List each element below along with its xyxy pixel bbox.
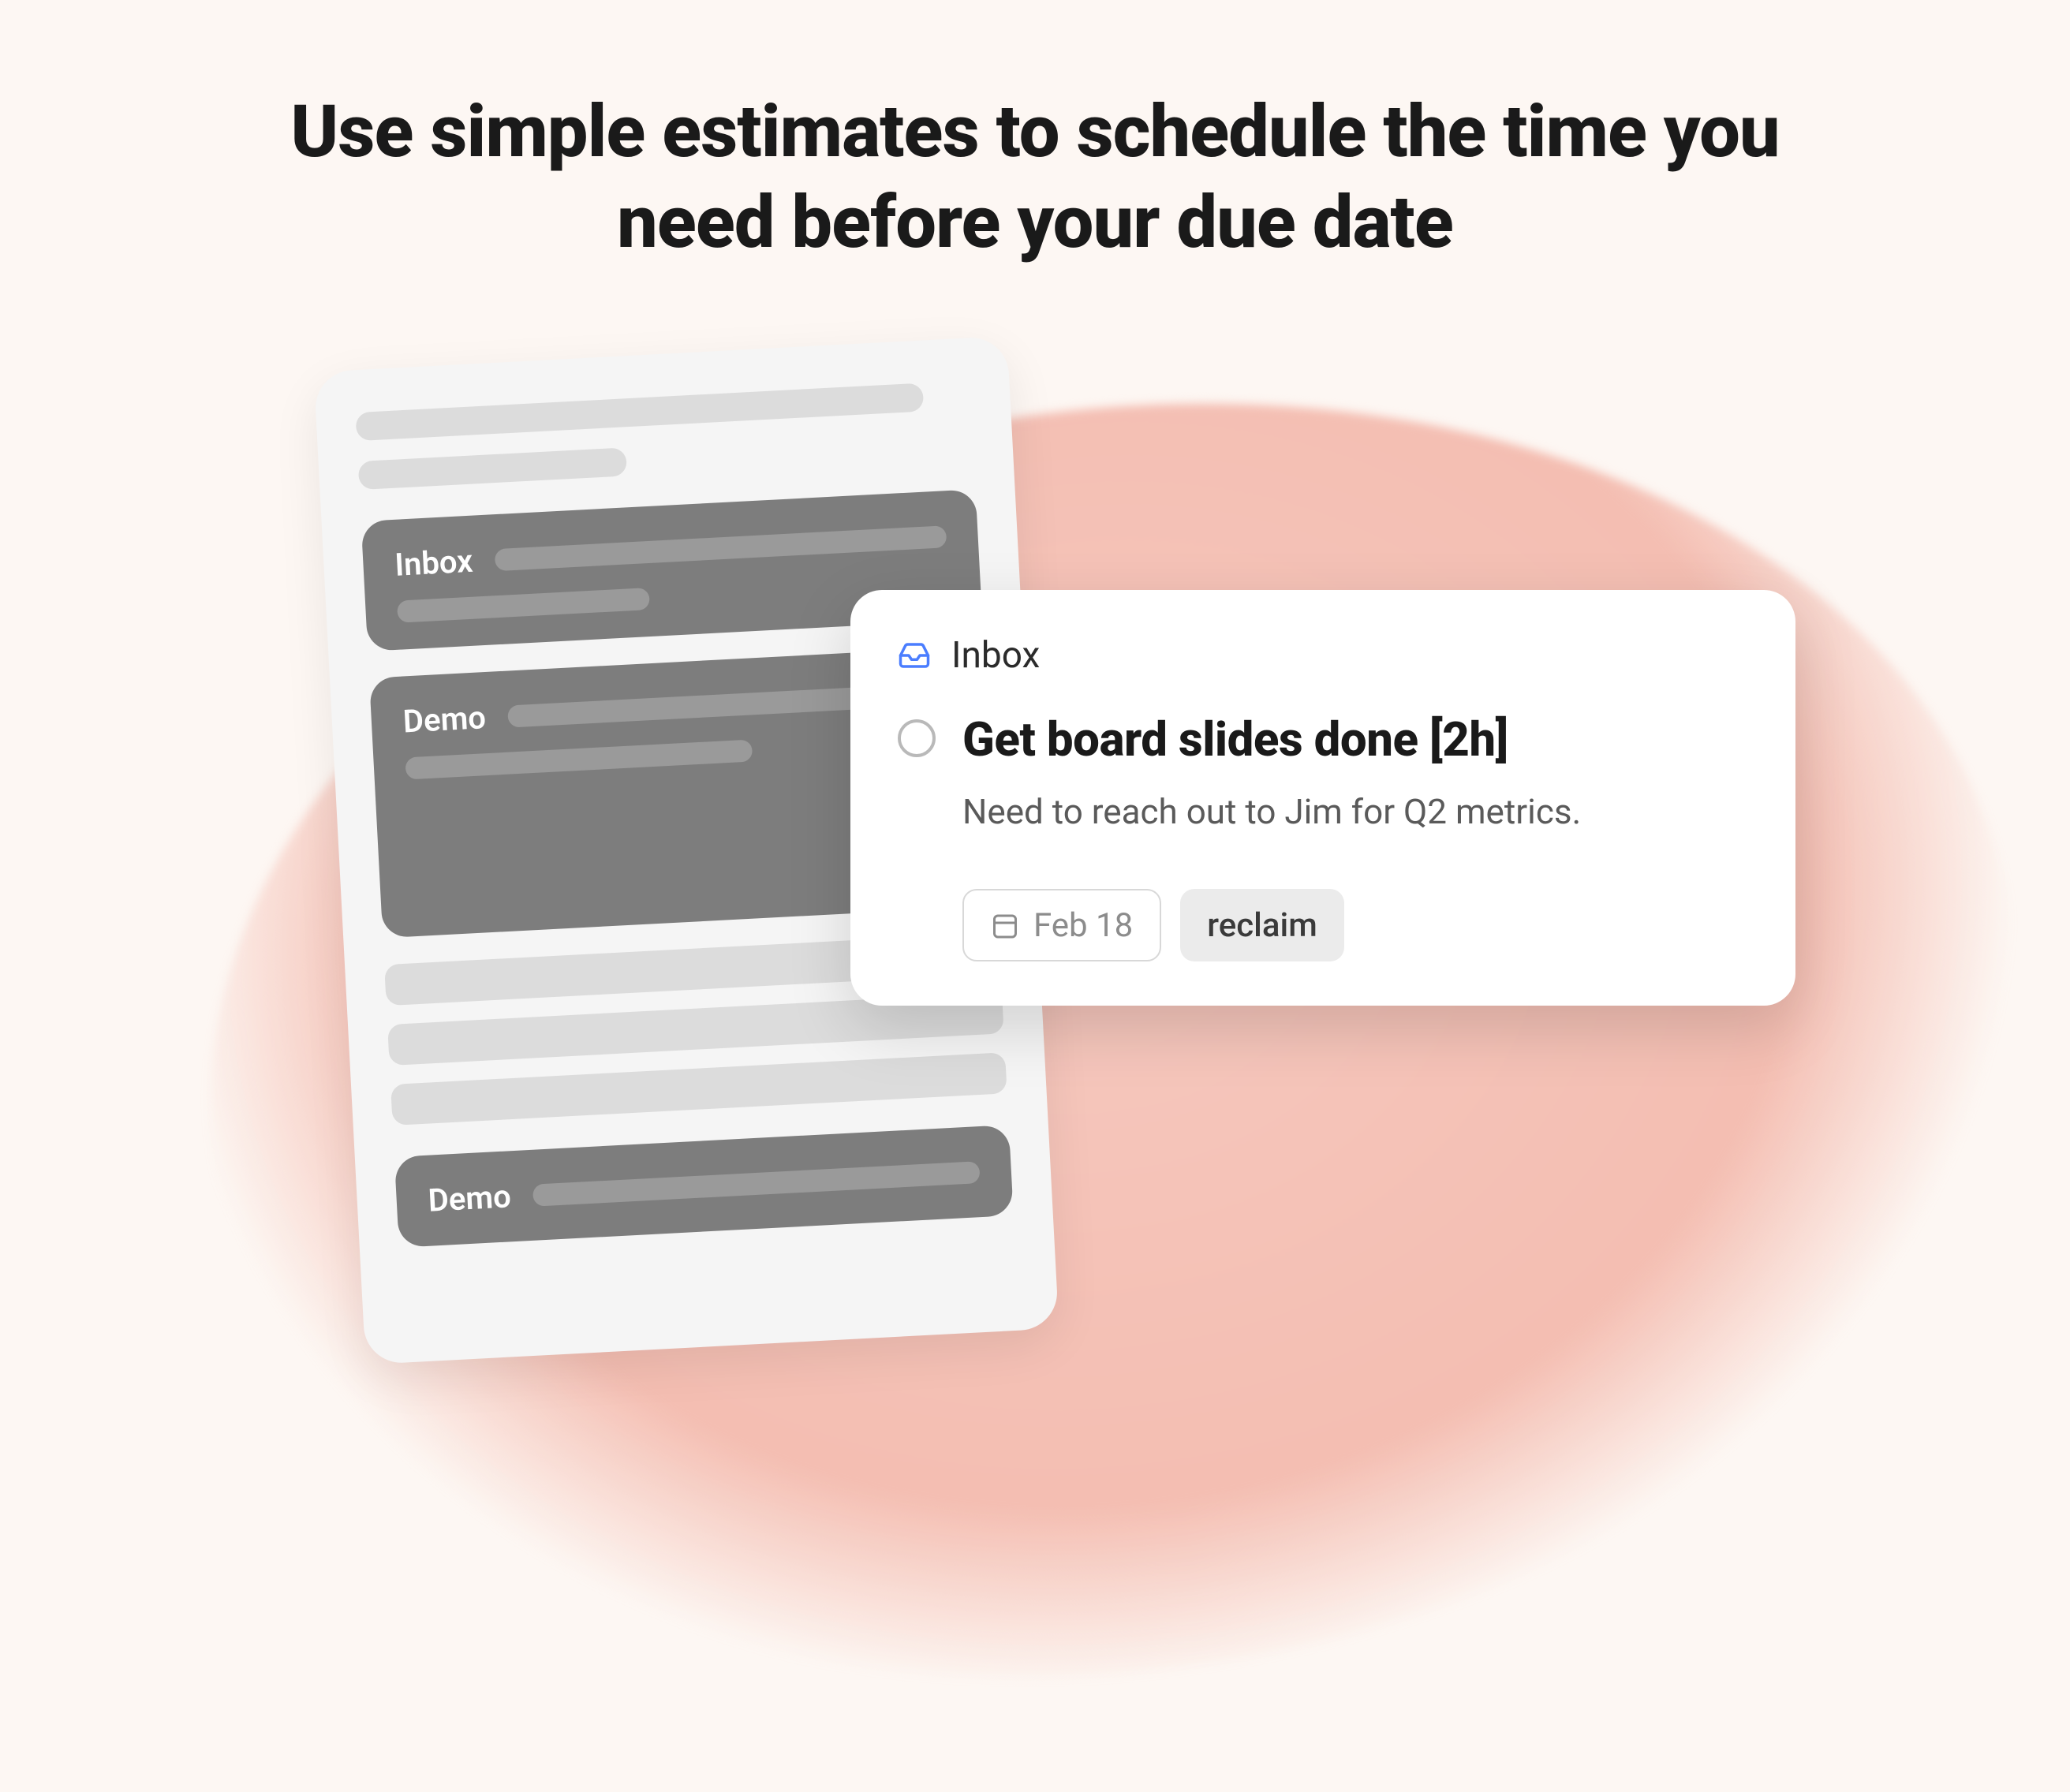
task-card: Inbox Get board slides done [2h] Need to… — [850, 590, 1795, 1006]
reclaim-chip[interactable]: reclaim — [1180, 889, 1344, 961]
skeleton-bar — [390, 1052, 1007, 1126]
skeleton-block-label: Demo — [402, 699, 487, 740]
skeleton-block-demo-2: Demo — [394, 1125, 1014, 1248]
skeleton-bar — [358, 447, 627, 490]
skeleton-block-label: Inbox — [394, 543, 473, 584]
inbox-icon — [898, 639, 931, 672]
task-title: Get board slides done [2h] — [962, 711, 1508, 767]
task-section-label: Inbox — [951, 634, 1040, 677]
task-section-header: Inbox — [898, 634, 1748, 677]
skeleton-bar — [494, 525, 947, 571]
skeleton-bar — [397, 588, 650, 623]
headline: Use simple estimates to schedule the tim… — [246, 87, 1824, 268]
due-date-text: Feb 18 — [1033, 906, 1133, 945]
skeleton-bar — [532, 1161, 981, 1207]
skeleton-bar — [355, 383, 924, 442]
skeleton-block-label: Demo — [428, 1178, 512, 1219]
task-complete-radio[interactable] — [898, 719, 936, 757]
task-description: Need to reach out to Jim for Q2 metrics. — [962, 791, 1748, 832]
skeleton-bar — [405, 739, 753, 779]
due-date-chip[interactable]: Feb 18 — [962, 889, 1161, 961]
reclaim-label: reclaim — [1207, 906, 1317, 945]
calendar-icon — [991, 911, 1019, 939]
